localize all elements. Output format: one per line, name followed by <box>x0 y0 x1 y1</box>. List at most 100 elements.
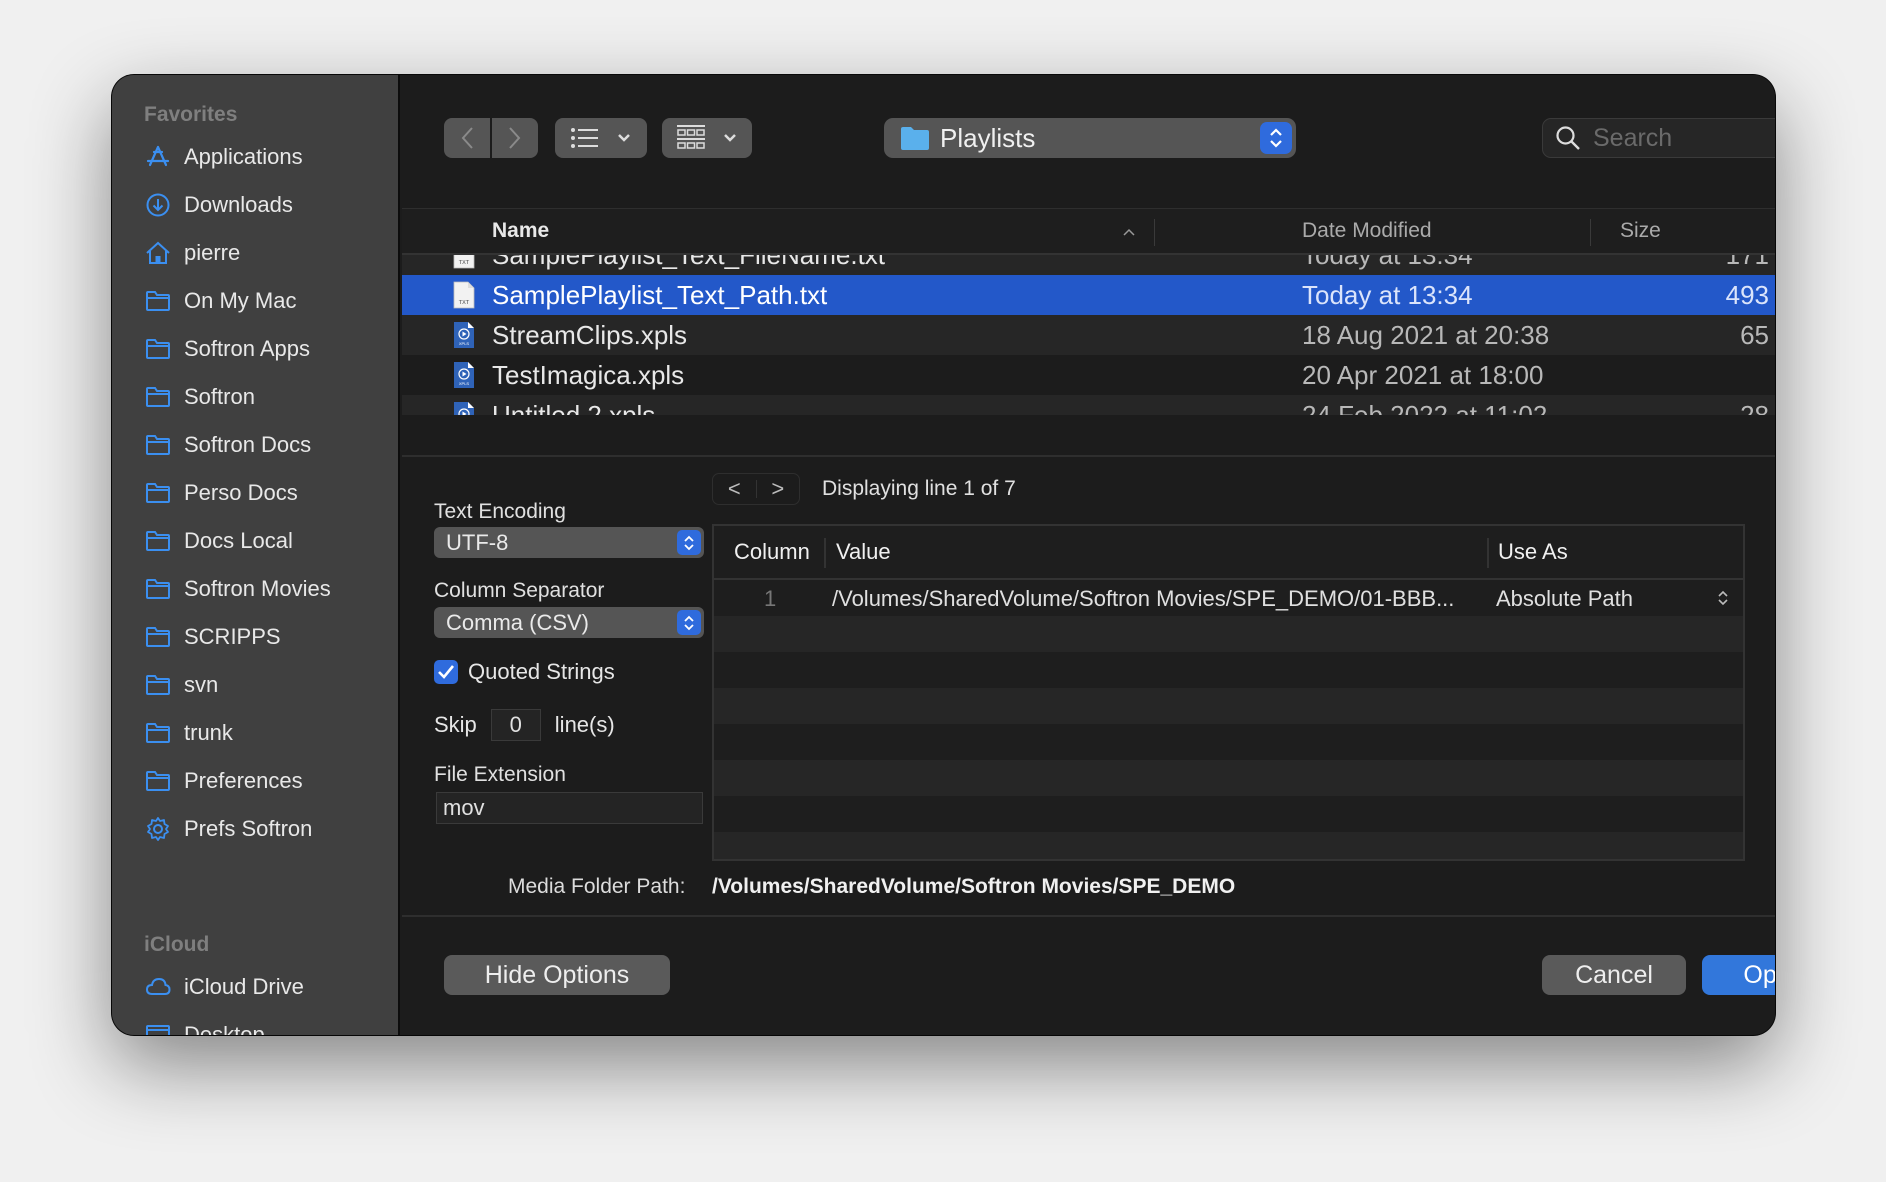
sidebar-item-preferences[interactable]: Preferences <box>144 761 303 801</box>
previous-line-button[interactable]: < <box>713 474 756 504</box>
table-row-empty <box>714 724 1743 760</box>
sidebar-item-label: SCRIPPS <box>184 624 281 649</box>
chevron-right-icon <box>509 127 521 149</box>
table-row-empty <box>714 652 1743 688</box>
search-field[interactable] <box>1542 118 1775 158</box>
media-folder-label: Media Folder Path: <box>508 875 686 898</box>
file-date-modified: 18 Aug 2021 at 20:38 <box>1302 319 1550 350</box>
folder-icon <box>144 287 172 315</box>
up-down-arrows-icon <box>677 530 701 555</box>
sidebar-item-softron-docs[interactable]: Softron Docs <box>144 425 311 465</box>
column-separator[interactable] <box>1154 219 1155 246</box>
column-separator[interactable] <box>824 538 826 568</box>
cancel-button[interactable]: Cancel <box>1542 955 1686 995</box>
sidebar-item-softron[interactable]: Softron <box>144 377 255 417</box>
sidebar-item-icloud-drive[interactable]: iCloud Drive <box>144 967 304 1007</box>
column-header-size[interactable]: Size <box>1620 209 1661 253</box>
sidebar-item-perso-docs[interactable]: Perso Docs <box>144 473 298 513</box>
column-header-use-as[interactable]: Use As <box>1498 526 1568 578</box>
file-date-modified: 24 Feb 2022 at 11:02 <box>1302 399 1548 416</box>
file-extension-input[interactable] <box>436 792 703 824</box>
folder-icon <box>144 767 172 795</box>
column-separator[interactable] <box>1487 538 1489 568</box>
sidebar-item-softron-apps[interactable]: Softron Apps <box>144 329 310 369</box>
file-row-selected[interactable]: TXT SamplePlaylist_Text_Path.txt Today at … <box>402 275 1775 315</box>
file-name: TestImagica.xpls <box>492 359 685 390</box>
file-name: SamplePlaylist_Text_FileName.txt <box>492 255 885 271</box>
search-icon <box>1556 126 1580 150</box>
folder-icon <box>144 719 172 747</box>
sidebar-item-label: Softron Docs <box>184 432 312 457</box>
table-row[interactable]: 1 /Volumes/SharedVolume/Softron Movies/S… <box>714 580 1743 616</box>
sidebar-item-label: Applications <box>184 144 303 169</box>
file-row[interactable]: XPLS TestImagica.xpls 20 Apr 2021 at 18:00 <box>402 355 1775 395</box>
group-button[interactable] <box>662 118 752 158</box>
text-file-icon: TXT <box>453 281 475 309</box>
hide-options-button[interactable]: Hide Options <box>444 955 670 995</box>
search-input[interactable] <box>1593 123 1775 153</box>
divider <box>402 455 1775 457</box>
forward-button[interactable] <box>492 118 538 158</box>
sidebar-item-trunk[interactable]: trunk <box>144 713 233 753</box>
file-row[interactable]: XPLS StreamClips.xpls 18 Aug 2021 at 20:38… <box>402 315 1775 355</box>
sidebar-item-label: pierre <box>184 240 241 265</box>
sidebar-item-applications[interactable]: Applications <box>144 137 303 177</box>
svg-text:XPLS: XPLS <box>459 381 470 386</box>
sidebar-item-pierre[interactable]: pierre <box>144 233 240 273</box>
group-icon <box>677 125 705 149</box>
table-row-empty <box>714 688 1743 724</box>
column-header-name[interactable]: Name <box>492 209 549 253</box>
sidebar-item-label: Softron Apps <box>184 336 310 361</box>
sidebar-item-scripps[interactable]: SCRIPPS <box>144 617 281 657</box>
column-separator[interactable] <box>1590 219 1591 246</box>
folder-icon <box>901 127 929 150</box>
back-button[interactable] <box>444 118 490 158</box>
file-list: TXT SamplePlaylist_Text_FileName.txt Today… <box>402 255 1775 415</box>
sidebar-item-softron-movies[interactable]: Softron Movies <box>144 569 331 609</box>
column-header-date-modified[interactable]: Date Modified <box>1302 209 1432 253</box>
column-separator-popup[interactable]: Comma (CSV) <box>434 607 704 638</box>
up-down-arrows-icon <box>1270 128 1282 148</box>
sidebar-item-svn[interactable]: svn <box>144 665 218 705</box>
text-encoding-popup[interactable]: UTF-8 <box>434 527 704 558</box>
file-row[interactable]: TXT SamplePlaylist_Text_FileName.txt Today… <box>402 255 1775 275</box>
sidebar-item-downloads[interactable]: Downloads <box>144 185 293 225</box>
file-date-modified: Today at 13:34 <box>1302 255 1473 271</box>
media-folder-path: /Volumes/SharedVolume/Softron Movies/SPE… <box>712 875 1236 898</box>
use-as-popup[interactable]: Absolute Path <box>1496 586 1633 612</box>
sidebar-item-desktop[interactable]: Desktop <box>144 1015 265 1035</box>
divider <box>402 915 1775 917</box>
folder-icon <box>144 383 172 411</box>
sidebar-item-docs-local[interactable]: Docs Local <box>144 521 293 561</box>
sidebar-item-label: Docs Local <box>184 528 293 553</box>
table-row-empty <box>714 796 1743 832</box>
folder-icon <box>144 575 172 603</box>
location-popup[interactable]: Playlists <box>884 118 1296 158</box>
sidebar-item-prefs-softron[interactable]: Prefs Softron <box>144 809 312 849</box>
row-column-number: 1 <box>764 586 777 611</box>
open-button[interactable]: Open <box>1702 955 1775 995</box>
quoted-strings-checkbox[interactable]: Quoted Strings <box>434 659 615 685</box>
view-mode-button[interactable] <box>555 118 647 158</box>
location-stepper[interactable] <box>1260 122 1292 154</box>
column-header-column[interactable]: Column <box>734 526 810 578</box>
skip-lines-input[interactable] <box>490 709 541 741</box>
column-separator-label: Column Separator <box>434 579 605 602</box>
sidebar-item-label: Softron Movies <box>184 576 331 601</box>
column-header-value[interactable]: Value <box>836 526 891 578</box>
sidebar-item-label: Softron <box>184 384 255 409</box>
sidebar-item-label: Perso Docs <box>184 480 298 505</box>
open-file-dialog: Favorites Applications Downloads pierre On … <box>112 75 1775 1035</box>
table-row-empty <box>714 616 1743 652</box>
table-header: Column Value Use As <box>714 526 1743 580</box>
file-row[interactable]: XPLS Untitled 2.xpls 24 Feb 2022 at 11:02 2… <box>402 395 1775 415</box>
applications-icon <box>144 143 172 171</box>
file-extension-label: File Extension <box>434 763 566 786</box>
folder-icon <box>144 431 172 459</box>
downloads-icon <box>144 191 172 219</box>
sidebar-item-on-my-mac[interactable]: On My Mac <box>144 281 296 321</box>
up-down-arrows-icon <box>1718 590 1728 606</box>
next-line-button[interactable]: > <box>757 474 800 504</box>
sidebar: Favorites Applications Downloads pierre On … <box>112 75 400 1035</box>
list-view-icon <box>571 128 598 148</box>
